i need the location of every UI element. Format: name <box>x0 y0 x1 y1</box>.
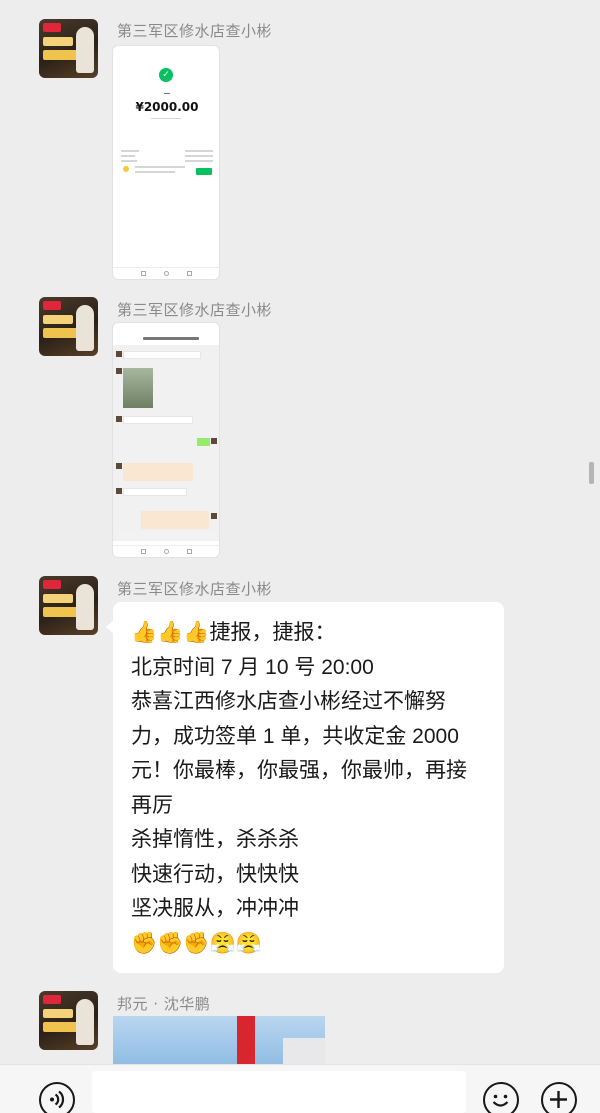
phone-nav-bar <box>113 545 219 557</box>
chat-avatar <box>116 463 122 469</box>
avatar-text-graphic <box>43 37 73 46</box>
message-line: 👍👍👍捷报，捷报： <box>131 621 336 644</box>
chat-bubble-hidden <box>123 463 193 481</box>
voice-button[interactable] <box>39 1082 75 1113</box>
avatar-text-graphic <box>43 315 73 324</box>
avatar[interactable] <box>39 576 98 635</box>
phone-nav-bar <box>113 267 219 279</box>
message-line: 快速行动，快快快 <box>131 862 299 886</box>
sender-name: 第三军区修水店查小彬 <box>117 301 273 319</box>
photo-flag <box>237 1016 255 1066</box>
message-line: 杀掉惰性，杀杀杀 <box>131 828 299 851</box>
success-check-icon: ✓ <box>159 68 173 82</box>
detail-line <box>121 155 135 157</box>
sender-name: 邦元 · 沈华鹏 <box>117 995 211 1013</box>
chat-title-graphic <box>143 337 199 340</box>
image-message-payment-screenshot[interactable]: ✓ ━━ ¥2000.00 <box>112 45 220 280</box>
avatar-text-graphic <box>43 1009 73 1018</box>
emoji-button[interactable] <box>483 1082 519 1113</box>
message-line: 坚决服从，冲冲冲 <box>131 897 299 920</box>
avatar[interactable] <box>39 991 98 1050</box>
message-line: 力，成功签单 1 单，共收定金 2000 <box>131 724 459 748</box>
detail-line <box>185 155 213 157</box>
image-message-chat-screenshot[interactable] <box>112 322 220 558</box>
chat-bubble-hidden <box>141 511 209 529</box>
message-line: 恭喜江西修水店查小彬经过不懈努 <box>131 690 446 713</box>
detail-line <box>121 160 137 162</box>
voice-icon <box>50 1090 65 1109</box>
avatar-person-graphic <box>76 305 94 351</box>
text-message-bubble[interactable]: 👍👍👍捷报，捷报： 北京时间 7 月 10 号 20:00 恭喜江西修水店查小彬… <box>106 602 504 973</box>
back-nav-icon <box>141 549 146 554</box>
plus-icon <box>550 1091 567 1108</box>
avatar-badge <box>43 995 61 1004</box>
scrollbar[interactable] <box>589 462 594 484</box>
payment-amount: ¥2000.00 <box>135 100 199 114</box>
detail-line <box>185 150 213 152</box>
lightbulb-icon <box>123 166 129 172</box>
more-button[interactable] <box>541 1082 577 1113</box>
avatar-text-graphic <box>43 328 79 338</box>
avatar-badge <box>43 580 61 589</box>
chat-bubble-sent <box>197 438 210 446</box>
message-line: ✊✊✊😤😤 <box>131 931 262 955</box>
message-input[interactable] <box>92 1071 466 1113</box>
avatar-badge <box>43 23 61 32</box>
chat-bubble <box>123 488 187 496</box>
avatar-text-graphic <box>43 607 79 617</box>
avatar-text-graphic <box>43 594 73 603</box>
chat-avatar <box>211 438 217 444</box>
emoji-icon <box>492 1094 509 1107</box>
message-line: 北京时间 7 月 10 号 20:00 <box>131 655 374 679</box>
avatar[interactable] <box>39 297 98 356</box>
avatar[interactable] <box>39 19 98 78</box>
promo-line <box>135 171 175 173</box>
avatar-person-graphic <box>76 999 94 1045</box>
avatar-badge <box>43 301 61 310</box>
avatar-text-graphic <box>43 1022 79 1032</box>
promo-line <box>135 166 185 168</box>
chat-avatar <box>116 488 122 494</box>
avatar-text-graphic <box>43 50 79 60</box>
sender-name: 第三军区修水店查小彬 <box>117 22 273 40</box>
chat-input-graphic <box>117 531 217 541</box>
recent-nav-icon <box>187 549 192 554</box>
chat-photo <box>123 368 153 408</box>
sender-name: 第三军区修水店查小彬 <box>117 580 273 598</box>
message-line: 元！你最棒，你最强，你最帅，再接 <box>131 759 467 782</box>
avatar-person-graphic <box>76 584 94 630</box>
back-nav-icon <box>141 271 146 276</box>
detail-line <box>121 150 139 152</box>
chat-bubble <box>123 416 193 424</box>
chat-bubble <box>123 351 201 359</box>
home-nav-icon <box>164 549 169 554</box>
detail-line <box>185 160 213 162</box>
done-button-graphic <box>196 168 212 175</box>
recent-nav-icon <box>187 271 192 276</box>
image-message-photo[interactable] <box>113 1016 325 1066</box>
payment-label-graphic: ━━ <box>163 91 171 97</box>
home-nav-icon <box>164 271 169 276</box>
chat-avatar <box>211 513 217 519</box>
avatar-person-graphic <box>76 27 94 73</box>
message-line: 再厉 <box>131 793 173 817</box>
chat-avatar <box>116 368 122 374</box>
chat-avatar <box>116 351 122 357</box>
photo-building <box>283 1038 325 1066</box>
chat-avatar <box>116 416 122 422</box>
divider <box>151 118 181 119</box>
